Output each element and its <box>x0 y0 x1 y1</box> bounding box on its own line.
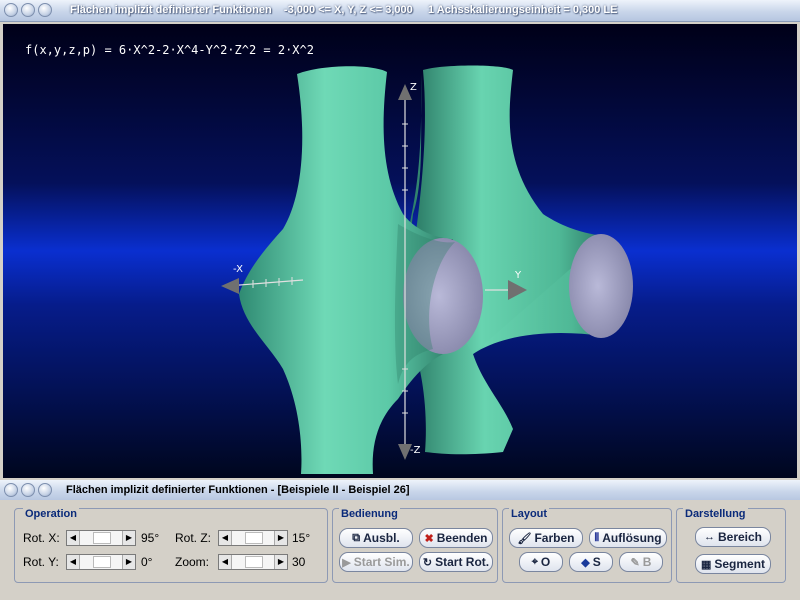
maximize-icon[interactable] <box>38 483 52 497</box>
arrow-left-icon[interactable]: ◀ <box>219 531 232 545</box>
segment-button[interactable]: ▦ Segment <box>695 554 771 574</box>
main-window-title: Flächen implizit definierter Funktionen … <box>70 4 618 16</box>
slider-thumb[interactable] <box>93 556 111 568</box>
plot-canvas[interactable]: f(x,y,z,p) = 6·X^2-2·X^4-Y^2·Z^2 = 2·X^2… <box>3 24 797 478</box>
operation-title: Operation <box>23 508 79 520</box>
rot-y-label: Rot. Y: <box>23 555 59 569</box>
slider-thumb[interactable] <box>93 532 111 544</box>
darstellung-title: Darstellung <box>683 508 748 520</box>
hide-icon: ⧉ <box>352 531 361 544</box>
close-icon[interactable] <box>4 3 18 17</box>
farben-button[interactable]: 🖌 Farben <box>509 528 583 548</box>
bereich-button[interactable]: ↔ Bereich <box>695 527 771 547</box>
zoom-label: Zoom: <box>175 555 210 569</box>
brush-icon: ✎ <box>630 556 640 569</box>
operation-group: Operation Rot. X: ◀ ▶ 95° Rot. Y: ◀ ▶ 0°… <box>14 508 328 583</box>
cap-right <box>569 234 633 338</box>
rot-x-label: Rot. X: <box>23 531 60 545</box>
range-icon: ↔ <box>703 531 715 543</box>
maximize-icon[interactable] <box>38 3 52 17</box>
close-x-icon: ✖ <box>424 532 434 545</box>
rot-y-value: 0° <box>141 555 153 569</box>
zoom-slider[interactable]: ◀ ▶ <box>218 554 288 570</box>
z-axis-label: Z <box>410 82 417 93</box>
layout-title: Layout <box>509 508 550 520</box>
paint-brush-icon: 🖌 <box>517 532 532 545</box>
start-rot-button[interactable]: ↻ Start Rot. <box>419 552 493 572</box>
start-sim-button[interactable]: ▶ Start Sim. <box>339 552 413 572</box>
control-window-title: Flächen implizit definierter Funktionen … <box>66 484 410 496</box>
s-button[interactable]: ◆ S <box>569 552 613 572</box>
rot-x-slider[interactable]: ◀ ▶ <box>66 530 136 546</box>
arrow-left-icon[interactable]: ◀ <box>67 531 80 545</box>
aufloesung-button[interactable]: ⦀ Auflösung <box>589 528 667 548</box>
rot-z-value: 15° <box>292 531 311 545</box>
main-title-bar[interactable]: Flächen implizit definierter Funktionen … <box>0 0 800 22</box>
b-button[interactable]: ✎ B <box>619 552 663 572</box>
slider-thumb[interactable] <box>245 532 263 544</box>
origin-button[interactable]: ⌖ O <box>519 552 563 572</box>
arrow-right-icon[interactable]: ▶ <box>274 555 287 569</box>
arrow-left-icon[interactable]: ◀ <box>219 555 232 569</box>
rot-x-value: 95° <box>141 531 160 545</box>
fill-icon: ◆ <box>581 556 590 569</box>
neg-z-axis-label: -Z <box>410 445 421 456</box>
arrow-left-icon[interactable]: ◀ <box>67 555 80 569</box>
minimize-icon[interactable] <box>21 3 35 17</box>
rot-z-label: Rot. Z: <box>175 531 212 545</box>
play-icon: ▶ <box>342 556 351 569</box>
minimize-icon[interactable] <box>21 483 35 497</box>
bedienung-title: Bedienung <box>339 508 400 520</box>
rot-z-slider[interactable]: ◀ ▶ <box>218 530 288 546</box>
bedienung-group: Bedienung ⧉ Ausbl. ✖ Beenden ▶ Start Sim. ↻… <box>332 508 498 583</box>
ausbl-button[interactable]: ⧉ Ausbl. <box>339 528 413 548</box>
resolution-icon: ⦀ <box>594 531 600 544</box>
crosshair-icon: ⌖ <box>531 555 538 568</box>
layout-group: Layout 🖌 Farben ⦀ Auflösung ⌖ O ◆ S ✎ B <box>502 508 672 583</box>
rotate-icon: ↻ <box>422 556 433 569</box>
function-formula: f(x,y,z,p) = 6·X^2-2·X^4-Y^2·Z^2 = 2·X^2 <box>25 43 314 57</box>
darstellung-group: Darstellung ↔ Bereich ▦ Segment <box>676 508 786 583</box>
neg-x-axis-label: -X <box>233 264 243 275</box>
grid-icon: ▦ <box>700 558 712 571</box>
slider-thumb[interactable] <box>245 556 263 568</box>
arrow-right-icon[interactable]: ▶ <box>122 555 135 569</box>
surface-plot <box>3 24 797 478</box>
beenden-button[interactable]: ✖ Beenden <box>419 528 493 548</box>
arrow-right-icon[interactable]: ▶ <box>274 531 287 545</box>
close-icon[interactable] <box>4 483 18 497</box>
control-panel: Operation Rot. X: ◀ ▶ 95° Rot. Y: ◀ ▶ 0°… <box>0 500 800 600</box>
y-axis-label: Y <box>515 270 522 281</box>
zoom-value: 30 <box>292 555 306 569</box>
control-title-bar[interactable]: Flächen implizit definierter Funktionen … <box>0 480 800 502</box>
rot-y-slider[interactable]: ◀ ▶ <box>66 554 136 570</box>
arrow-right-icon[interactable]: ▶ <box>122 531 135 545</box>
